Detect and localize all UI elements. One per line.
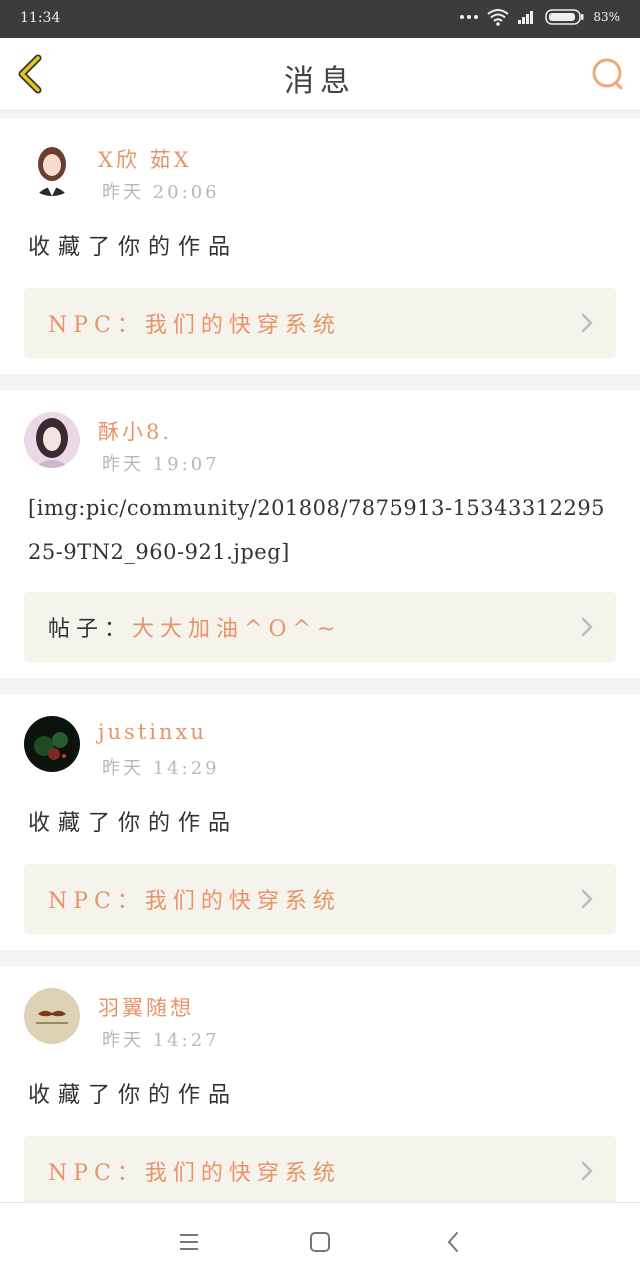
message-list: X欣 茹X 昨天 20:06 收藏了你的作品 NPC：我们的快穿系统 酥小8. xyxy=(0,118,640,1238)
message-text: 收藏了你的作品 xyxy=(28,235,239,260)
quoted-post[interactable]: 帖子： 大大加油^O^~ xyxy=(24,592,616,662)
chevron-right-icon xyxy=(581,313,593,333)
signal-icon xyxy=(518,11,534,24)
timestamp: 昨天 19:07 xyxy=(102,454,220,475)
avatar[interactable] xyxy=(24,716,80,772)
username[interactable]: justinxu xyxy=(98,720,207,744)
quote-title: NPC：我们的快穿系统 xyxy=(48,889,341,914)
menu-button[interactable] xyxy=(176,1229,202,1255)
message-text: 收藏了你的作品 xyxy=(28,811,239,836)
quote-title: 大大加油^O^~ xyxy=(132,617,342,642)
battery-icon xyxy=(545,9,584,25)
quoted-work[interactable]: NPC：我们的快穿系统 xyxy=(24,288,616,358)
message-card: justinxu 昨天 14:29 收藏了你的作品 NPC：我们的快穿系统 xyxy=(0,694,640,950)
status-time: 11:34 xyxy=(20,10,61,26)
message-card: X欣 茹X 昨天 20:06 收藏了你的作品 NPC：我们的快穿系统 xyxy=(0,118,640,374)
timestamp: 昨天 14:29 xyxy=(102,758,220,779)
avatar[interactable] xyxy=(24,988,80,1044)
timestamp: 昨天 20:06 xyxy=(102,182,220,203)
system-back-button[interactable] xyxy=(441,1229,467,1255)
quote-title: NPC：我们的快穿系统 xyxy=(48,313,341,338)
quote-title: NPC：我们的快穿系统 xyxy=(48,1161,341,1186)
wifi-icon xyxy=(487,9,509,26)
message-card: 酥小8. 昨天 19:07 [img:pic/community/201808/… xyxy=(0,390,640,678)
chevron-right-icon xyxy=(581,1161,593,1181)
message-text: 收藏了你的作品 xyxy=(28,1083,239,1108)
back-triangle-icon xyxy=(447,1232,458,1252)
search-button[interactable] xyxy=(590,56,626,92)
message-card: 羽翼随想 昨天 14:27 收藏了你的作品 NPC：我们的快穿系统 xyxy=(0,966,640,1222)
home-button[interactable] xyxy=(307,1229,333,1255)
chevron-right-icon xyxy=(581,889,593,909)
menu-icon xyxy=(180,1234,198,1250)
dots-icon xyxy=(460,15,479,19)
home-square-icon xyxy=(310,1232,330,1252)
avatar[interactable] xyxy=(24,412,80,468)
quoted-work[interactable]: NPC：我们的快穿系统 xyxy=(24,1136,616,1206)
message-text: [img:pic/community/201808/7875913-153433… xyxy=(28,496,606,564)
quoted-work[interactable]: NPC：我们的快穿系统 xyxy=(24,864,616,934)
username[interactable]: 羽翼随想 xyxy=(98,992,194,1022)
username[interactable]: X欣 茹X xyxy=(98,144,192,174)
username[interactable]: 酥小8. xyxy=(98,416,172,446)
page-title: 消息 xyxy=(284,64,356,99)
battery-percent: 83% xyxy=(593,10,620,24)
timestamp: 昨天 14:27 xyxy=(102,1030,220,1051)
avatar[interactable] xyxy=(24,140,80,196)
quote-prefix: 帖子： xyxy=(48,617,133,642)
system-nav-bar xyxy=(0,1202,640,1281)
status-bar: 11:34 83% xyxy=(0,0,640,38)
chevron-right-icon xyxy=(581,617,593,637)
search-icon xyxy=(592,58,623,90)
header: 消息 xyxy=(0,38,640,111)
status-icons: 83% xyxy=(459,8,620,26)
